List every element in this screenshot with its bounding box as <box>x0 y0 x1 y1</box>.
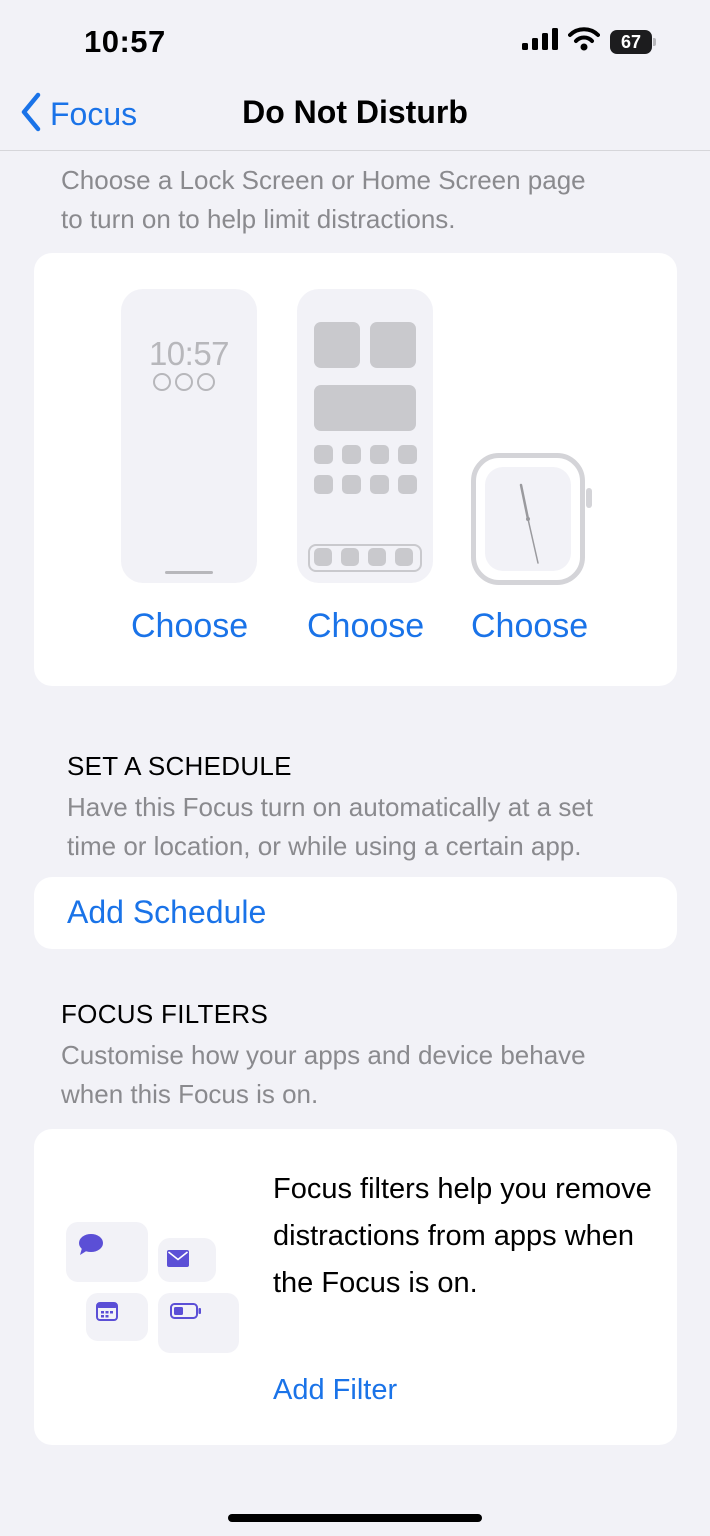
status-time: 10:57 <box>84 24 166 59</box>
back-label: Focus <box>50 96 138 132</box>
cellular-signal-icon <box>522 28 558 55</box>
chevron-left-icon <box>20 92 42 137</box>
lock-screen-preview[interactable]: 10:57 <box>121 289 257 583</box>
home-screen-preview[interactable] <box>297 289 433 583</box>
wifi-icon <box>568 27 600 56</box>
battery-icon: 67 <box>610 29 656 54</box>
calendar-filter-tile <box>86 1293 148 1341</box>
schedule-description: Have this Focus turn on automatically at… <box>67 792 594 861</box>
messages-filter-tile <box>66 1222 148 1282</box>
customize-screens-card: 10:57 Choose Choose Choose <box>34 253 677 686</box>
status-icons: 67 <box>522 27 656 56</box>
add-schedule-button[interactable]: Add Schedule <box>67 894 266 931</box>
filters-heading: FOCUS FILTERS <box>61 999 269 1029</box>
add-filter-button[interactable]: Add Filter <box>273 1374 397 1407</box>
back-button[interactable]: Focus <box>20 92 137 137</box>
widget <box>314 385 416 431</box>
focus-filters-card: Focus filters help you remove distractio… <box>34 1129 677 1445</box>
lock-screen-preview-time: 10:57 <box>148 335 230 372</box>
watch-crown <box>586 488 592 508</box>
dock <box>308 544 422 572</box>
calendar-icon <box>96 1302 118 1326</box>
envelope-icon <box>167 1250 189 1272</box>
widget <box>314 322 360 368</box>
mail-filter-tile <box>158 1238 216 1282</box>
clock-hands-icon <box>519 483 539 564</box>
lock-screen-widgets <box>153 373 215 391</box>
schedule-heading: SET A SCHEDULE <box>67 751 292 781</box>
low-power-filter-tile <box>158 1293 239 1353</box>
filters-description: Customise how your apps and device behav… <box>61 1040 586 1109</box>
message-bubble-icon <box>78 1233 104 1262</box>
battery-low-icon <box>170 1303 202 1324</box>
watch-face-preview[interactable] <box>471 453 592 585</box>
choose-lock-screen-button[interactable]: Choose <box>131 607 248 646</box>
widget <box>370 322 416 368</box>
battery-percent: 67 <box>620 31 642 52</box>
filters-body-text: Focus filters help you remove distractio… <box>273 1173 652 1299</box>
status-bar: 10:57 67 <box>0 0 710 84</box>
home-bar <box>165 571 213 574</box>
choose-watch-face-button[interactable]: Choose <box>471 607 588 646</box>
home-indicator[interactable] <box>228 1514 482 1522</box>
add-schedule-row[interactable]: Add Schedule <box>34 877 677 949</box>
navigation-bar: Do Not Disturb Focus <box>0 84 710 151</box>
choose-home-screen-button[interactable]: Choose <box>307 607 424 646</box>
customize-screens-description: Choose a Lock Screen or Home Screen page… <box>61 165 586 234</box>
